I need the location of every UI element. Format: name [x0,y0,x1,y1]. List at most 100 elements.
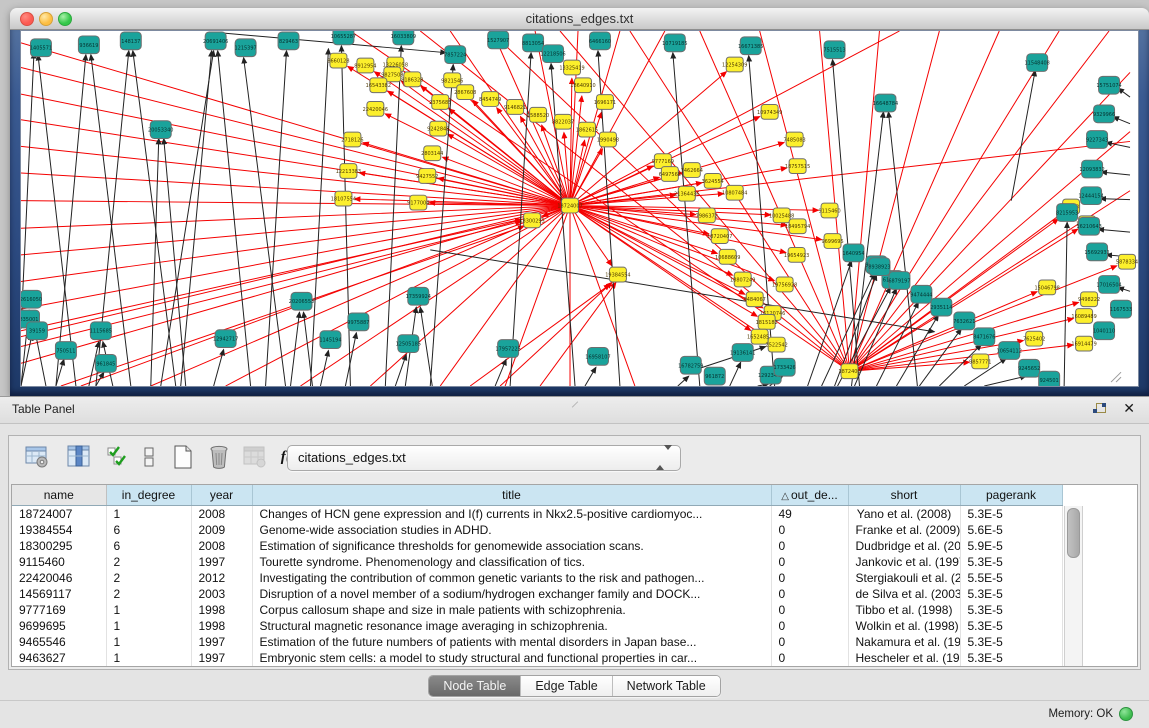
select-column-icon[interactable] [65,443,93,471]
table-row[interactable]: 2242004622012Investigating the contribut… [12,570,1062,586]
table-cell[interactable]: 2012 [191,570,252,586]
table-cell[interactable]: Tibbo et al. (1998) [848,602,960,618]
table-cell[interactable]: 5.9E-5 [960,538,1062,554]
table-row[interactable]: 946362711997Embryonic stem cells: a mode… [12,650,1062,666]
column-header-short[interactable]: short [848,485,960,506]
table-selector-dropdown[interactable]: citations_edges.txt [287,445,681,471]
table-cell[interactable]: 5.5E-5 [960,570,1062,586]
table-cell[interactable]: 0 [771,570,848,586]
table-cell[interactable]: 2008 [191,506,252,523]
table-cell[interactable]: Stergiakouli et al. (2012) [848,570,960,586]
show-columns-icon[interactable] [105,443,133,471]
column-header-out-degree[interactable]: △out_de... [771,485,848,506]
table-cell[interactable]: Estimation of significance thresholds fo… [252,538,771,554]
table-cell[interactable]: 1997 [191,650,252,666]
table-cell[interactable]: Wolkin et al. (1998) [848,618,960,634]
table-cell[interactable]: 9699695 [12,618,106,634]
table-cell[interactable]: Tourette syndrome. Phenomenology and cla… [252,554,771,570]
scrollbar-thumb[interactable] [1067,508,1080,558]
column-header-in-degree[interactable]: in_degree [106,485,191,506]
import-table-icon[interactable] [241,443,269,471]
table-settings-icon[interactable] [23,443,51,471]
table-cell[interactable]: 5.3E-5 [960,506,1062,523]
table-row[interactable]: 946554611997Estimation of the future num… [12,634,1062,650]
table-cell[interactable]: Estimation of the future numbers of pati… [252,634,771,650]
delete-table-icon[interactable] [205,443,233,471]
table-cell[interactable]: 6 [106,538,191,554]
table-cell[interactable]: 1997 [191,554,252,570]
table-cell[interactable]: 49 [771,506,848,523]
window-titlebar[interactable]: citations_edges.txt [10,8,1149,30]
table-cell[interactable]: 9777169 [12,602,106,618]
table-cell[interactable]: 9115460 [12,554,106,570]
panel-resize-grip[interactable] [571,401,579,409]
table-cell[interactable]: 1 [106,618,191,634]
table-cell[interactable]: 0 [771,618,848,634]
table-cell[interactable]: 5.3E-5 [960,586,1062,602]
memory-ok-icon[interactable] [1119,707,1133,721]
table-cell[interactable]: Jankovic et al. (1997) [848,554,960,570]
table-cell[interactable]: 5.3E-5 [960,602,1062,618]
table-row[interactable]: 1938455462009Genome-wide association stu… [12,522,1062,538]
table-row[interactable]: 977716911998Corpus callosum shape and si… [12,602,1062,618]
table-cell[interactable]: 2 [106,586,191,602]
new-table-icon[interactable] [169,443,197,471]
table-cell[interactable]: 18724007 [12,506,106,523]
table-cell[interactable]: 0 [771,538,848,554]
table-cell[interactable]: 2 [106,554,191,570]
table-cell[interactable]: de Silva et al. (2003) [848,586,960,602]
table-cell[interactable]: Hescheler et al. (1997) [848,650,960,666]
table-cell[interactable]: 2003 [191,586,252,602]
table-cell[interactable]: 1 [106,602,191,618]
table-cell[interactable]: 14569117 [12,586,106,602]
tab-edge-table[interactable]: Edge Table [521,676,612,696]
table-cell[interactable]: 1998 [191,602,252,618]
table-cell[interactable]: 5.3E-5 [960,618,1062,634]
network-canvas[interactable]: 1872400718724001830029519384554866012889… [20,30,1139,387]
float-panel-icon[interactable] [1093,403,1107,416]
table-cell[interactable]: 1 [106,506,191,523]
table-cell[interactable]: Embryonic stem cells: a model to study s… [252,650,771,666]
table-cell[interactable]: 5.6E-5 [960,522,1062,538]
table-cell[interactable]: 1 [106,634,191,650]
table-cell[interactable]: 5.3E-5 [960,650,1062,666]
table-row[interactable]: 1456911722003Disruption of a novel membe… [12,586,1062,602]
table-cell[interactable]: 5.3E-5 [960,634,1062,650]
column-header-name[interactable]: name [12,485,106,506]
table-cell[interactable]: 5.3E-5 [960,554,1062,570]
table-cell[interactable]: 0 [771,522,848,538]
table-cell[interactable]: 9465546 [12,634,106,650]
table-cell[interactable]: 22420046 [12,570,106,586]
table-cell[interactable]: Yano et al. (2008) [848,506,960,523]
table-row[interactable]: 1830029562008Estimation of significance … [12,538,1062,554]
table-cell[interactable]: Structural magnetic resonance image aver… [252,618,771,634]
table-cell[interactable]: 0 [771,634,848,650]
table-cell[interactable]: 2008 [191,538,252,554]
table-cell[interactable]: Changes of HCN gene expression and I(f) … [252,506,771,523]
table-cell[interactable]: Disruption of a novel member of a sodium… [252,586,771,602]
table-cell[interactable]: Investigating the contribution of common… [252,570,771,586]
table-cell[interactable]: 0 [771,602,848,618]
table-cell[interactable]: 0 [771,554,848,570]
row-height-icon[interactable] [135,443,163,471]
table-cell[interactable]: 0 [771,650,848,666]
table-vertical-scrollbar[interactable] [1064,506,1083,666]
table-row[interactable]: 911546021997Tourette syndrome. Phenomeno… [12,554,1062,570]
table-cell[interactable]: 9463627 [12,650,106,666]
column-header-year[interactable]: year [191,485,252,506]
table-cell[interactable]: Nakamura et al. (1997) [848,634,960,650]
tab-node-table[interactable]: Node Table [429,676,521,696]
table-cell[interactable]: 1998 [191,618,252,634]
column-header-title[interactable]: title [252,485,771,506]
table-cell[interactable]: Corpus callosum shape and size in male p… [252,602,771,618]
table-cell[interactable]: 0 [771,586,848,602]
tab-network-table[interactable]: Network Table [613,676,720,696]
table-cell[interactable]: Genome-wide association studies in ADHD. [252,522,771,538]
table-row[interactable]: 1872400712008Changes of HCN gene express… [12,506,1062,523]
table-row[interactable]: 969969511998Structural magnetic resonanc… [12,618,1062,634]
table-cell[interactable]: 6 [106,522,191,538]
table-cell[interactable]: 1 [106,650,191,666]
table-cell[interactable]: Dudbridge et al. (2008) [848,538,960,554]
table-cell[interactable]: Franke et al. (2009) [848,522,960,538]
column-header-pagerank[interactable]: pagerank [960,485,1062,506]
